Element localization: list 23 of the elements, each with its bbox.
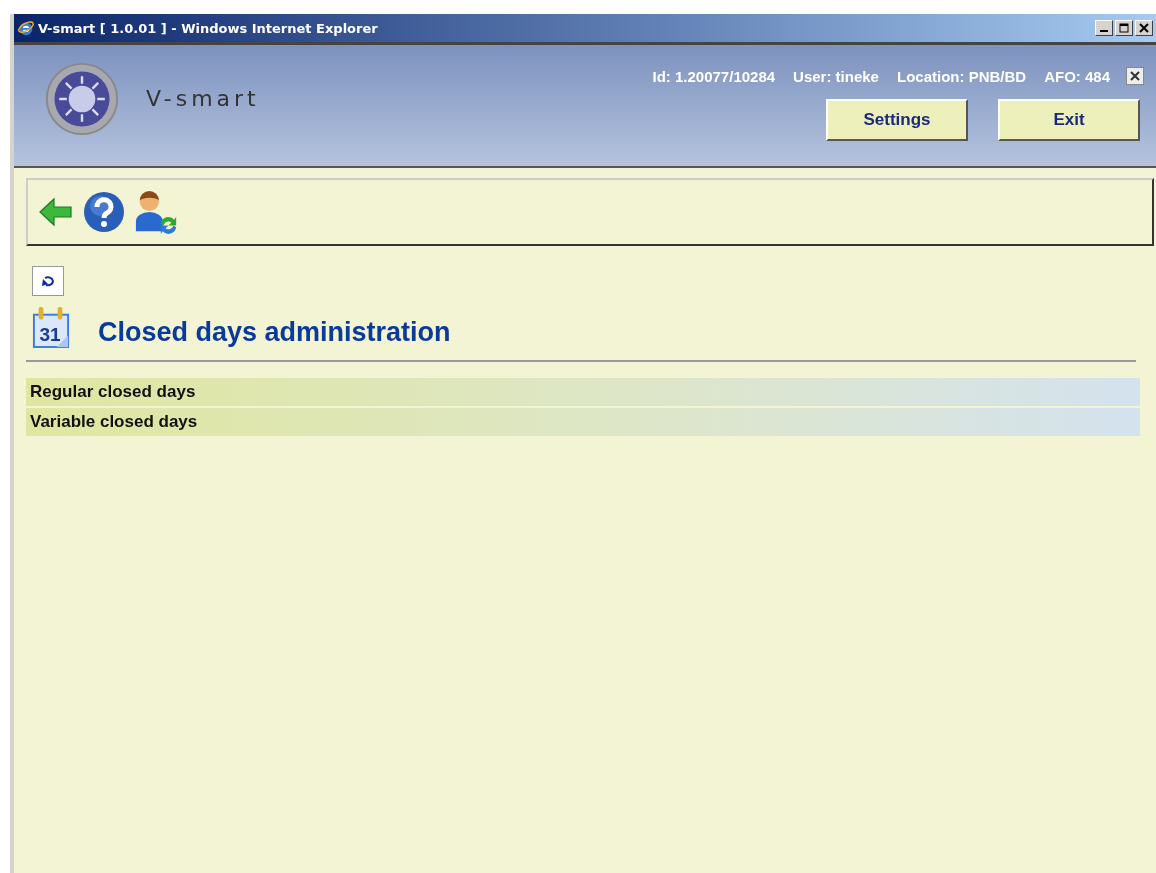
- header-button[interactable]: Exit: [998, 99, 1140, 141]
- minimize-button[interactable]: [1095, 20, 1113, 36]
- undo-button[interactable]: [32, 266, 64, 296]
- maximize-icon: [1119, 23, 1129, 33]
- close-icon: [1130, 71, 1140, 81]
- header-button[interactable]: Settings: [826, 99, 968, 141]
- app-name: V-smart: [146, 86, 260, 111]
- window-title: V-smart [ 1.0.01 ] - Windows Internet Explorer: [38, 20, 378, 36]
- menu-link[interactable]: Variable closed days: [26, 408, 1140, 436]
- undo-icon: [40, 273, 56, 289]
- session-info: AFO: 484: [1044, 67, 1110, 85]
- maximize-button[interactable]: [1115, 20, 1133, 36]
- help-icon[interactable]: [82, 190, 126, 234]
- minimize-icon: [1100, 30, 1108, 32]
- menu-link[interactable]: Regular closed days: [26, 378, 1140, 406]
- session-info: User: tineke: [793, 67, 879, 85]
- close-button[interactable]: [1126, 67, 1144, 85]
- page-title: Closed days administration: [98, 317, 451, 348]
- close-icon: [1139, 23, 1149, 33]
- logo-icon: [44, 60, 120, 137]
- browser-icon: [17, 19, 35, 37]
- session-info: Id: 1.20077/10284: [652, 67, 776, 85]
- session-info: Location: PNB/BD: [896, 67, 1027, 85]
